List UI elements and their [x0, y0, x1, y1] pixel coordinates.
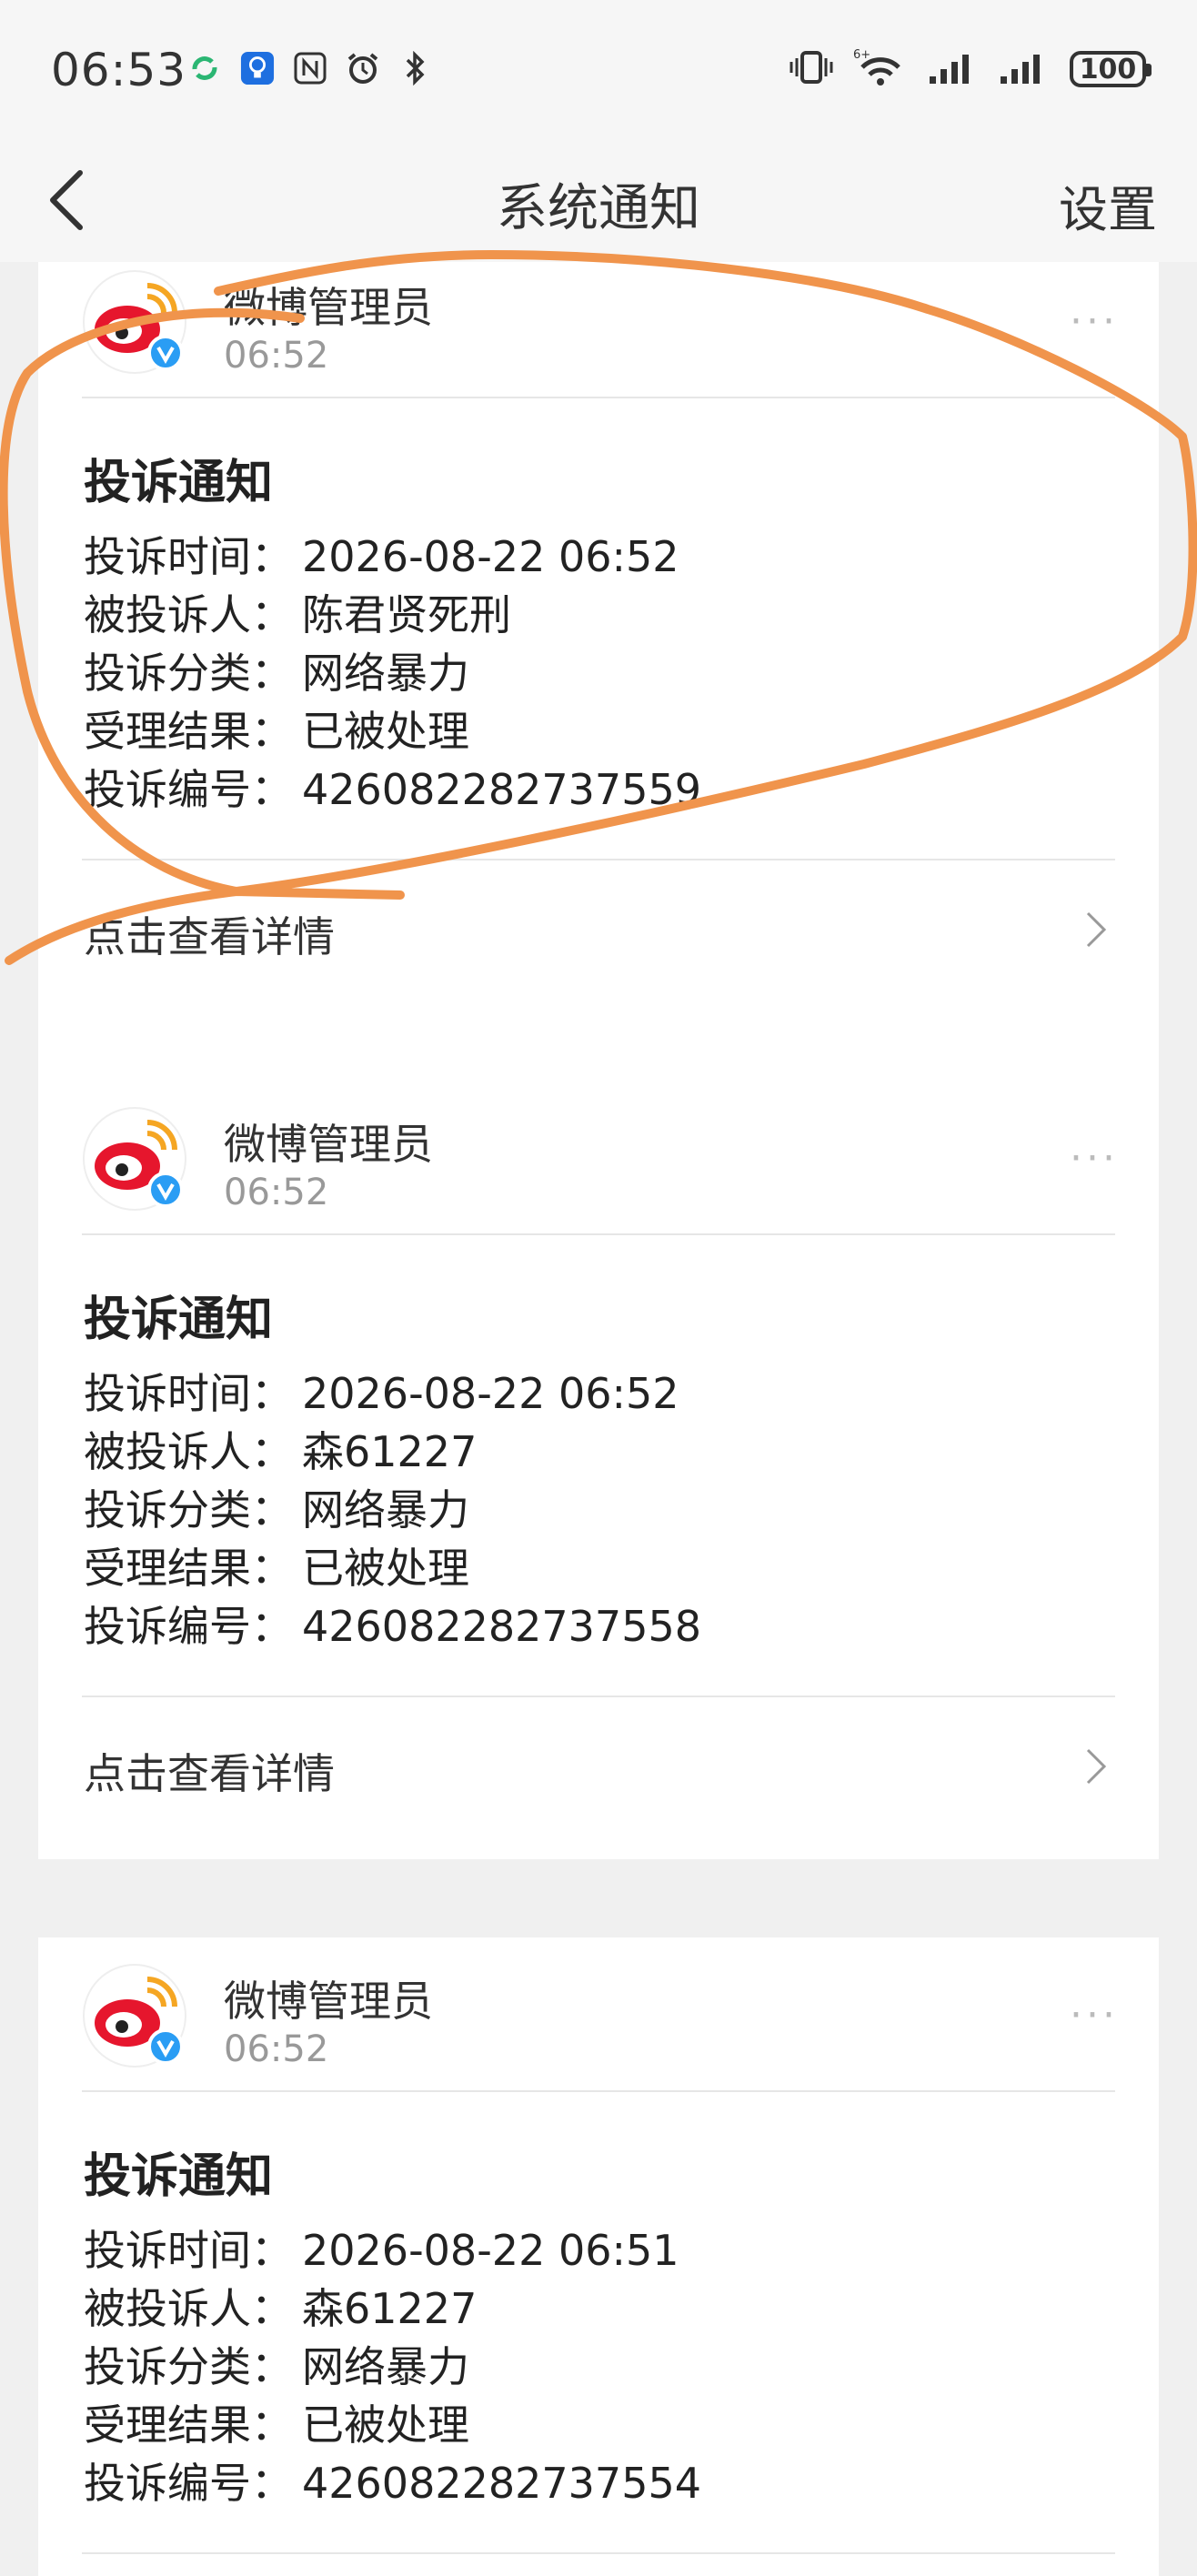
refresh-icon: [187, 51, 222, 86]
divider: [82, 1696, 1115, 1697]
divider: [82, 2090, 1115, 2092]
field-row: 投诉分类： 网络暴力: [84, 2342, 469, 2391]
sender-name: 微博管理员: [224, 283, 433, 332]
chevron-right-icon: [1086, 911, 1107, 948]
lightbulb-icon: [240, 51, 275, 86]
field-row: 受理结果： 已被处理: [84, 2400, 469, 2450]
divider: [82, 397, 1115, 398]
weibo-logo-icon: [83, 1107, 186, 1211]
notification-title: 投诉通知: [84, 1293, 274, 1347]
divider: [82, 1233, 1115, 1235]
avatar[interactable]: [82, 269, 187, 375]
field-row: 投诉时间： 2026-08-22 06:51: [84, 2226, 679, 2275]
field-row: 投诉编号： 426082282737554: [84, 2459, 701, 2508]
more-options-icon[interactable]: ···: [1070, 1135, 1119, 1182]
field-row: 投诉时间： 2026-08-22 06:52: [84, 1369, 679, 1418]
field-row: 被投诉人： 森61227: [84, 1427, 478, 1476]
status-left-icons: [187, 51, 433, 86]
vibrate-icon: [790, 49, 833, 89]
more-options-icon[interactable]: ···: [1070, 1992, 1119, 2038]
view-details-link[interactable]: 点击查看详情: [84, 1741, 335, 1801]
signal-icon: [999, 49, 1050, 89]
notification-card: 微博管理员 06:52 ··· 投诉通知 投诉时间： 2026-08-22 06:…: [38, 1937, 1159, 2576]
svg-text:6+: 6+: [853, 48, 870, 62]
field-row: 投诉分类： 网络暴力: [84, 1485, 469, 1535]
wifi-icon: 6+: [853, 47, 908, 91]
alarm-icon: [346, 51, 380, 86]
card-header: 微博管理员 06:52 ···: [38, 1081, 1159, 1233]
field-row: 被投诉人： 森61227: [84, 2284, 478, 2333]
card-header: 微博管理员 06:52 ···: [38, 262, 1159, 397]
field-row: 被投诉人： 陈君贤死刑: [84, 590, 511, 639]
field-row: 投诉分类： 网络暴力: [84, 649, 469, 698]
notification-card: 微博管理员 06:52 ··· 投诉通知 投诉时间： 2026-08-22 06:…: [38, 1081, 1159, 1859]
field-row: 投诉编号： 426082282737559: [84, 765, 701, 814]
chevron-right-icon: [1086, 1748, 1107, 1785]
card-header: 微博管理员 06:52 ···: [38, 1937, 1159, 2090]
divider: [82, 859, 1115, 860]
field-row: 投诉时间： 2026-08-22 06:52: [84, 532, 679, 581]
settings-button[interactable]: 设置: [1059, 169, 1157, 241]
field-row: 受理结果： 已被处理: [84, 1544, 469, 1593]
notification-list[interactable]: 微博管理员 06:52 ··· 投诉通知 投诉时间： 2026-08-22 06:…: [0, 262, 1197, 2576]
divider: [82, 2552, 1115, 2554]
status-time: 06:53: [51, 44, 187, 96]
nfc-icon: [293, 51, 327, 86]
page-title: 系统通知: [497, 179, 700, 238]
field-row: 受理结果： 已被处理: [84, 707, 469, 756]
notification-time: 06:52: [224, 2028, 329, 2070]
nav-bar: 系统通知 设置: [0, 136, 1197, 262]
sender-name: 微博管理员: [224, 1977, 433, 2026]
more-options-icon[interactable]: ···: [1070, 298, 1119, 345]
avatar[interactable]: [82, 1106, 187, 1212]
notification-title: 投诉通知: [84, 456, 274, 510]
bluetooth-icon: [398, 51, 433, 86]
notification-title: 投诉通知: [84, 2149, 274, 2204]
notification-time: 06:52: [224, 335, 329, 377]
signal-icon: [928, 49, 979, 89]
field-row: 投诉编号： 426082282737558: [84, 1602, 701, 1651]
weibo-logo-icon: [83, 1964, 186, 2068]
sender-name: 微博管理员: [224, 1120, 433, 1169]
weibo-logo-icon: [83, 270, 186, 374]
view-details-link[interactable]: 点击查看详情: [84, 904, 335, 964]
status-bar: 06:53 6+ 100: [0, 0, 1197, 136]
battery-indicator: 100: [1070, 51, 1152, 87]
status-right-icons: 6+ 100: [790, 47, 1152, 91]
notification-time: 06:52: [224, 1172, 329, 1213]
avatar[interactable]: [82, 1963, 187, 2068]
